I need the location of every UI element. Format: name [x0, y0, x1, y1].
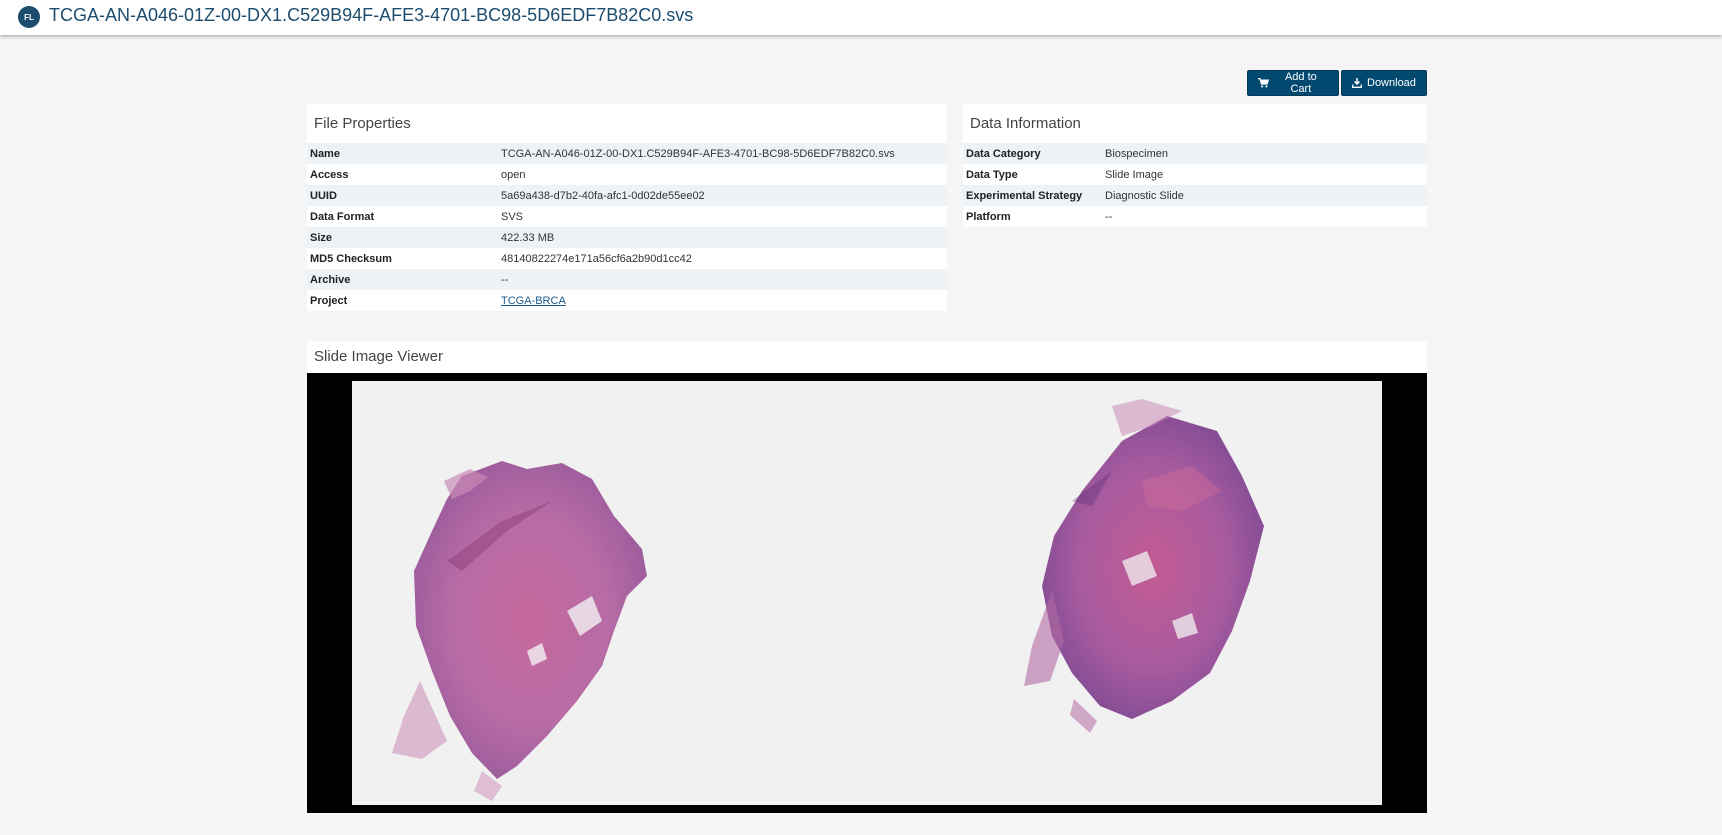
property-value: SVS	[498, 206, 947, 227]
property-label: Size	[307, 227, 498, 248]
table-row: Access open	[307, 164, 947, 185]
slide-image-viewer-panel: Slide Image Viewer	[307, 341, 1427, 813]
file-properties-title: File Properties	[314, 115, 411, 132]
table-row: UUID 5a69a438-d7b2-40fa-afc1-0d02de55ee02	[307, 185, 947, 206]
table-row: Experimental Strategy Diagnostic Slide	[963, 185, 1427, 206]
file-properties-panel: File Properties Name TCGA-AN-A046-01Z-00-…	[307, 104, 947, 311]
property-value: TCGA-AN-A046-01Z-00-DX1.C529B94F-AFE3-47…	[498, 143, 947, 164]
property-label: Archive	[307, 269, 498, 290]
page-title: TCGA-AN-A046-01Z-00-DX1.C529B94F-AFE3-47…	[49, 5, 694, 25]
property-value: 422.33 MB	[498, 227, 947, 248]
property-label: Data Category	[963, 143, 1102, 164]
property-value: open	[498, 164, 947, 185]
property-label: Access	[307, 164, 498, 185]
data-information-title: Data Information	[970, 115, 1081, 132]
download-icon	[1352, 78, 1362, 88]
table-row: MD5 Checksum 48140822274e171a56cf6a2b90d1…	[307, 248, 947, 269]
file-badge-icon: FL	[18, 6, 40, 28]
property-value: 48140822274e171a56cf6a2b90d1cc42	[498, 248, 947, 269]
table-row: Project TCGA-BRCA	[307, 290, 947, 311]
download-label: Download	[1367, 77, 1416, 89]
table-row: Archive --	[307, 269, 947, 290]
property-label: Experimental Strategy	[963, 185, 1102, 206]
table-row: Data Format SVS	[307, 206, 947, 227]
data-information-panel: Data Information Data Category Biospecime…	[963, 104, 1427, 227]
top-bar: FL TCGA-AN-A046-01Z-00-DX1.C529B94F-AFE3…	[0, 0, 1722, 35]
slide-image-viewer-title: Slide Image Viewer	[314, 348, 443, 365]
property-value: 5a69a438-d7b2-40fa-afc1-0d02de55ee02	[498, 185, 947, 206]
data-information-table: Data Category Biospecimen Data Type Slide …	[963, 143, 1427, 227]
property-label: Data Format	[307, 206, 498, 227]
add-to-cart-button[interactable]: Add to Cart	[1247, 70, 1339, 96]
table-row: Name TCGA-AN-A046-01Z-00-DX1.C529B94F-AFE…	[307, 143, 947, 164]
file-properties-table: Name TCGA-AN-A046-01Z-00-DX1.C529B94F-AFE…	[307, 143, 947, 311]
property-value: Diagnostic Slide	[1102, 185, 1427, 206]
property-value: --	[498, 269, 947, 290]
add-to-cart-label: Add to Cart	[1284, 71, 1317, 95]
property-value: --	[1102, 206, 1427, 227]
slide-image-viewer[interactable]	[307, 373, 1427, 813]
download-button[interactable]: Download	[1341, 70, 1427, 96]
property-value: Biospecimen	[1102, 143, 1427, 164]
project-link[interactable]: TCGA-BRCA	[501, 295, 566, 307]
table-row: Size 422.33 MB	[307, 227, 947, 248]
property-label: Platform	[963, 206, 1102, 227]
cart-icon	[1258, 78, 1269, 88]
property-label: Data Type	[963, 164, 1102, 185]
property-label: Name	[307, 143, 498, 164]
property-label: UUID	[307, 185, 498, 206]
property-label: Project	[307, 290, 498, 311]
table-row: Platform --	[963, 206, 1427, 227]
table-row: Data Category Biospecimen	[963, 143, 1427, 164]
property-value: Slide Image	[1102, 164, 1427, 185]
table-row: Data Type Slide Image	[963, 164, 1427, 185]
tissue-image	[392, 399, 1264, 801]
slide-image	[352, 381, 1382, 805]
property-label: MD5 Checksum	[307, 248, 498, 269]
